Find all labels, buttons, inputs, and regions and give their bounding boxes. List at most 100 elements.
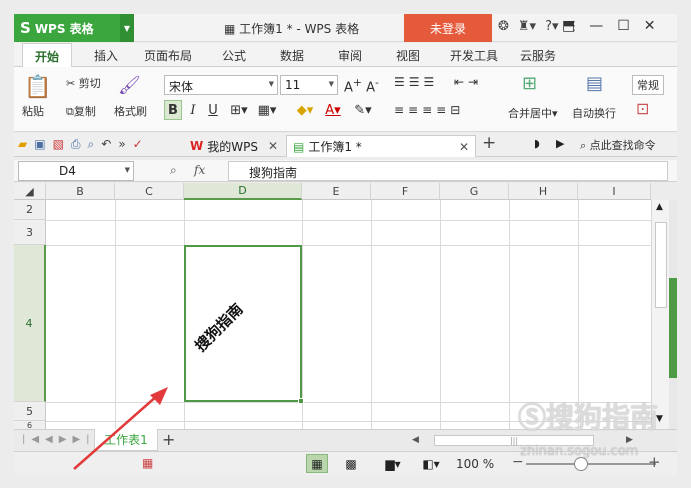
paste-icon[interactable]: 📋 [24, 75, 51, 100]
vertical-scroll-thumb[interactable] [655, 222, 667, 308]
clear-format-button[interactable]: ✎▾ [350, 100, 376, 120]
more-actions-icon[interactable]: » [118, 137, 125, 152]
indent-group[interactable]: ⇤⇥ [454, 75, 482, 89]
normal-view-button[interactable]: ▦ [306, 454, 328, 473]
fill-handle[interactable] [298, 398, 304, 404]
restore-ribbon-icon[interactable]: ⬒ [562, 18, 575, 34]
minimize-button[interactable]: — [589, 18, 603, 34]
number-format-icon[interactable]: ⊡ [636, 99, 649, 118]
window-title: ▦ 工作簿1 * - WPS 表格 [224, 22, 360, 36]
cloud-doc-icon[interactable]: ◗ [534, 137, 540, 150]
export-pdf-icon[interactable]: ▧ [53, 137, 64, 152]
horizontal-align-group[interactable]: ≡≡≡≡⊟ [394, 103, 464, 117]
zoom-in-button[interactable]: + [648, 453, 661, 471]
eye-protection-button[interactable]: ◧▾ [418, 454, 444, 473]
close-icon[interactable]: ✕ [268, 139, 278, 153]
tab-workbook1[interactable]: ▤ 工作簿1 * ✕ [286, 135, 476, 157]
format-painter-button[interactable]: 格式刷 [114, 103, 147, 119]
gridline [371, 200, 372, 429]
name-box[interactable]: D4 ▼ [18, 161, 134, 181]
column-header-f[interactable]: F [371, 183, 440, 200]
tab-cloud[interactable]: 云服务 [520, 47, 556, 64]
app-menu-button[interactable]: S WPS 表格 [14, 14, 120, 42]
row-header-3[interactable]: 3 [14, 220, 46, 245]
select-all-corner[interactable]: ◢ [14, 183, 46, 200]
border-button[interactable]: ⊞▾ [226, 100, 252, 120]
grow-font-button[interactable]: A+ A- [344, 76, 379, 95]
italic-button[interactable]: I [184, 100, 202, 120]
column-header-c[interactable]: C [115, 183, 184, 200]
save-icon[interactable]: ▣ [34, 137, 45, 152]
row-header-5[interactable]: 5 [14, 402, 46, 421]
zoom-slider[interactable] [526, 463, 656, 465]
tab-page-layout[interactable]: 页面布局 [144, 47, 192, 64]
close-icon[interactable]: ✕ [459, 140, 469, 154]
app-menu-dropdown-icon[interactable]: ▼ [120, 14, 134, 42]
tab-data[interactable]: 数据 [280, 47, 304, 64]
row-header-2[interactable]: 2 [14, 200, 46, 220]
paste-button[interactable]: 粘贴 [22, 103, 44, 119]
scroll-left-icon[interactable]: ◀ [412, 435, 419, 445]
help-icon[interactable]: ?▾ [545, 19, 558, 34]
share-icon[interactable]: ▶ [556, 137, 564, 150]
close-button[interactable]: ✕ [644, 18, 656, 34]
reading-mode-button[interactable]: ▆▾ [380, 454, 406, 473]
wrap-text-button[interactable]: 自动换行 [572, 105, 616, 121]
font-color-button[interactable]: A▾ [320, 100, 346, 120]
tab-view[interactable]: 视图 [396, 47, 420, 64]
tab-my-wps[interactable]: W 我的WPS ✕ [184, 135, 284, 157]
open-icon[interactable]: ▰ [18, 137, 27, 152]
column-header-g[interactable]: G [440, 183, 509, 200]
column-header-d[interactable]: D [184, 183, 302, 200]
column-header-b[interactable]: B [46, 183, 115, 200]
underline-button[interactable]: U [204, 100, 222, 120]
menu-tabs: 开始 插入 页面布局 公式 数据 审阅 视图 开发工具 云服务 [14, 43, 677, 68]
cut-button[interactable]: ✂ 剪切 [66, 75, 101, 91]
login-button[interactable]: 未登录 [404, 14, 492, 42]
column-header-i[interactable]: I [578, 183, 651, 200]
row-header-6[interactable]: 6 [14, 421, 46, 429]
undo-icon[interactable]: ↶ [101, 137, 111, 152]
customize-icon[interactable]: ✓ [133, 137, 143, 152]
skin-icon[interactable]: ❂ [498, 19, 509, 34]
merge-center-button[interactable]: 合并居中▾ [508, 105, 558, 121]
page-break-view-button[interactable]: ▩ [340, 454, 362, 473]
brush-icon[interactable]: 🖌 [118, 75, 141, 96]
number-format-select[interactable]: 常规 [632, 75, 664, 95]
zoom-formula-icon[interactable]: ⌕ [170, 163, 177, 178]
zoom-slider-knob[interactable] [574, 457, 588, 471]
tab-home[interactable]: 开始 [22, 43, 73, 68]
column-header-h[interactable]: H [509, 183, 578, 200]
tab-formulas[interactable]: 公式 [222, 47, 246, 64]
fill-color-button[interactable]: ◆▾ [292, 100, 318, 120]
column-header-e[interactable]: E [302, 183, 371, 200]
tab-review[interactable]: 审阅 [338, 47, 362, 64]
font-size-select[interactable]: 11 ▼ [280, 75, 338, 95]
vertical-scrollbar[interactable]: ▲ ▼ [651, 200, 669, 429]
merge-center-icon[interactable]: ⊞ [522, 73, 537, 94]
formula-input[interactable]: 搜狗指南 [228, 161, 668, 181]
maximize-button[interactable]: ☐ [617, 18, 630, 34]
fx-icon[interactable]: fx [194, 163, 205, 177]
side-panel-handle[interactable] [669, 278, 677, 378]
copy-button[interactable]: ⧉复制 [66, 103, 96, 119]
vertical-align-group[interactable]: ☰☰☰ [394, 75, 438, 89]
side-panel-toggle[interactable] [669, 200, 677, 429]
bold-button[interactable]: B [164, 100, 182, 120]
print-preview-icon[interactable]: ⌕ [88, 137, 95, 152]
new-tab-button[interactable]: + [482, 133, 496, 153]
tab-developer[interactable]: 开发工具 [450, 47, 498, 64]
wrap-text-icon[interactable]: ▤ [586, 73, 603, 94]
cell-style-button[interactable]: ▦▾ [254, 100, 280, 120]
zoom-level[interactable]: 100 % [456, 457, 494, 471]
font-name-select[interactable]: 宋体 ▼ [164, 75, 278, 95]
print-icon[interactable]: ⎙ [71, 137, 81, 152]
scroll-up-icon[interactable]: ▲ [656, 202, 663, 212]
shirt-icon[interactable]: ♜▾ [518, 19, 536, 34]
active-cell-d4[interactable] [184, 245, 302, 402]
row-header-4[interactable]: 4 [14, 245, 46, 402]
ribbon: 📋 粘贴 ✂ 剪切 ⧉复制 🖌 格式刷 宋体 ▼ 11 ▼ A+ A- B I U … [14, 67, 677, 132]
command-search[interactable]: ⌕ 点此查找命令 [580, 137, 656, 153]
gridline [578, 200, 579, 429]
tab-insert[interactable]: 插入 [94, 47, 118, 64]
